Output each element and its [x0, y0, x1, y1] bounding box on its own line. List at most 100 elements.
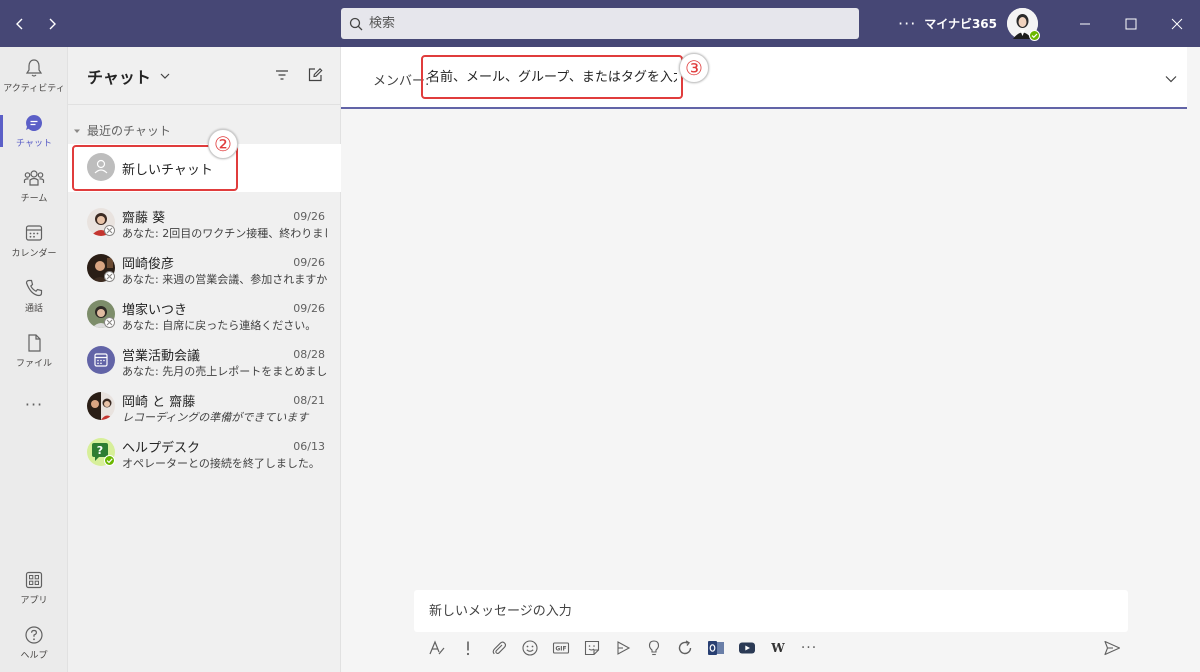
back-button[interactable] — [8, 12, 32, 36]
rail-item-activity[interactable]: アクティビティ — [0, 50, 68, 102]
praise-button[interactable] — [643, 637, 665, 659]
office-app-button[interactable] — [705, 637, 727, 659]
chat-preview: あなた: 先月の売上レポートをまとめました。 — [122, 365, 327, 378]
app-rail: アクティビティ チャット チーム カレンダー 通話 ファイル ··· アプリ ヘ… — [0, 47, 68, 672]
rail-item-apps[interactable]: アプリ — [0, 562, 68, 614]
bell-icon — [25, 59, 43, 77]
meeting-calendar-icon — [94, 353, 108, 367]
chat-date: 08/21 — [293, 394, 325, 407]
more-icon: ··· — [800, 640, 818, 656]
chat-date: 08/28 — [293, 348, 325, 361]
chat-name: 齋藤 葵 — [122, 211, 166, 226]
rail-item-files[interactable]: ファイル — [0, 325, 68, 377]
rail-label-calls: 通話 — [24, 304, 43, 314]
rail-label-activity: アクティビティ — [3, 84, 65, 94]
profile-avatar[interactable] — [1007, 8, 1040, 41]
important-button[interactable] — [457, 637, 479, 659]
wikipedia-button[interactable]: W — [767, 637, 789, 659]
titlebar-right: ··· マイナビ365 — [894, 0, 1200, 47]
chat-date: 09/26 — [293, 210, 325, 223]
chat-item[interactable]: 齋藤 葵 09/26 あなた: 2回目のワクチン接種、終わりました。 — [68, 199, 341, 247]
available-status-icon — [106, 458, 113, 464]
chat-name: 増家いつき — [122, 303, 188, 318]
main-panel: メンバー: ③ GIF — [341, 47, 1200, 672]
more-icon: ··· — [24, 394, 44, 414]
search-box[interactable] — [341, 8, 859, 39]
gif-button[interactable]: GIF — [550, 637, 572, 659]
emoji-button[interactable] — [519, 637, 541, 659]
chat-list-title[interactable]: チャット — [87, 64, 151, 88]
section-label: 最近のチャット — [87, 124, 171, 138]
members-bar: メンバー: ③ — [341, 47, 1187, 109]
chat-item[interactable]: 営業活動会議 08/28 あなた: 先月の売上レポートをまとめました。 — [68, 337, 341, 385]
chat-date: 09/26 — [293, 302, 325, 315]
youtube-button[interactable] — [736, 637, 758, 659]
more-options-button[interactable]: ··· — [894, 14, 920, 33]
chat-item[interactable]: 岡崎 と 齋藤 08/21 レコーディングの準備ができています — [68, 383, 341, 431]
search-input[interactable] — [369, 16, 849, 31]
chat-item[interactable]: 岡崎俊彦 09/26 あなた: 来週の営業会議、参加されますか？ — [68, 245, 341, 293]
chevron-down-icon[interactable] — [1164, 72, 1178, 86]
send-button[interactable] — [1101, 637, 1123, 659]
sticker-icon — [584, 640, 600, 656]
format-button[interactable] — [426, 637, 448, 659]
calendar-icon — [25, 225, 43, 241]
teams-icon — [23, 170, 45, 186]
close-button[interactable] — [1154, 0, 1200, 47]
loop-button[interactable] — [674, 637, 696, 659]
rail-item-calls[interactable]: 通話 — [0, 270, 68, 322]
rail-label-calendar: カレンダー — [11, 249, 57, 259]
rail-item-teams[interactable]: チーム — [0, 160, 68, 212]
lightbulb-icon — [648, 640, 660, 656]
filter-icon[interactable] — [274, 67, 290, 83]
chat-date: 06/13 — [293, 440, 325, 453]
rail-label-files: ファイル — [15, 359, 52, 369]
chat-name: 岡崎俊彦 — [122, 257, 175, 272]
rail-item-help[interactable]: ヘルプ — [0, 617, 68, 669]
chat-preview: あなた: 自席に戻ったら連絡ください。 — [122, 319, 317, 332]
minimize-button[interactable] — [1062, 0, 1108, 47]
status-badge — [104, 225, 115, 236]
callout-box-3 — [421, 55, 683, 99]
chevron-left-icon — [16, 18, 23, 29]
maximize-button[interactable] — [1108, 0, 1154, 47]
wikipedia-icon: W — [771, 641, 785, 655]
away-status-icon — [106, 227, 113, 234]
available-status-icon — [1029, 30, 1040, 41]
attach-button[interactable] — [488, 637, 510, 659]
new-chat-icon[interactable] — [307, 67, 323, 83]
chat-date: 09/26 — [293, 256, 325, 269]
sticker-button[interactable] — [581, 637, 603, 659]
format-icon — [429, 640, 445, 655]
rail-label-help: ヘルプ — [20, 651, 48, 661]
file-icon — [28, 334, 41, 352]
chevron-down-icon[interactable] — [159, 70, 171, 82]
compose-toolbar: GIF W ··· — [426, 637, 820, 659]
recent-chats-section[interactable]: 最近のチャット — [73, 122, 171, 139]
chat-item[interactable]: 増家いつき 09/26 あなた: 自席に戻ったら連絡ください。 — [68, 291, 341, 339]
away-status-icon — [106, 273, 113, 280]
close-icon — [1171, 18, 1183, 29]
svg-text:?: ? — [97, 444, 103, 457]
meet-now-button[interactable] — [612, 637, 634, 659]
rail-more-apps-button[interactable]: ··· — [0, 378, 68, 430]
org-name[interactable]: マイナビ365 — [924, 15, 997, 32]
status-badge — [104, 317, 115, 328]
chat-name: ヘルプデスク — [122, 441, 201, 456]
rail-label-chat: チャット — [16, 139, 52, 149]
message-input[interactable] — [429, 600, 1109, 622]
rail-item-calendar[interactable]: カレンダー — [0, 215, 68, 267]
search-icon — [349, 17, 363, 30]
away-status-icon — [106, 319, 113, 326]
forward-button[interactable] — [40, 12, 64, 36]
more-apps-button[interactable]: ··· — [798, 637, 820, 659]
send-icon — [1104, 640, 1121, 656]
chat-item[interactable]: ? ヘルプデスク 06/13 オペレーターとの接続を終了しました。 — [68, 429, 341, 477]
compose-box[interactable] — [414, 590, 1128, 632]
chat-preview: オペレーターとの接続を終了しました。 — [122, 457, 320, 470]
chat-name: 営業活動会議 — [122, 349, 201, 364]
outlook-icon — [708, 641, 724, 655]
chat-preview: レコーディングの準備ができています — [122, 411, 309, 424]
play-icon — [617, 641, 631, 655]
rail-item-chat[interactable]: チャット — [0, 105, 68, 157]
